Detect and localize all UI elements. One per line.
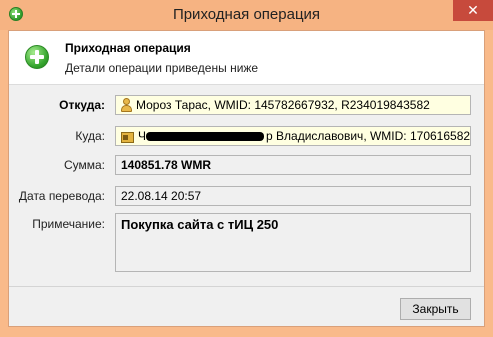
date-field[interactable]: 22.08.14 20:57	[115, 186, 471, 206]
amount-label: Сумма:	[63, 158, 105, 172]
date-label: Дата перевода:	[18, 189, 105, 203]
title-bar[interactable]: Приходная операция ✕	[0, 0, 493, 30]
window-title: Приходная операция	[172, 6, 321, 23]
to-label: Куда:	[75, 129, 105, 143]
from-field[interactable]: Мороз Тарас, WMID: 145782667932, R234019…	[115, 95, 471, 115]
card-icon	[121, 132, 134, 143]
note-field[interactable]: Покупка сайта с тИЦ 250	[115, 213, 471, 272]
dialog-body: Приходная операция Детали операции приве…	[8, 30, 485, 327]
window-close-button[interactable]: ✕	[453, 0, 493, 21]
header-subtitle: Детали операции приведены ниже	[65, 61, 259, 75]
dialog-window: Приходная операция ✕ Приходная операция …	[0, 0, 493, 337]
note-label: Примечание:	[32, 217, 105, 231]
plus-circle-icon	[25, 45, 49, 69]
close-button[interactable]: Закрыть	[400, 298, 471, 320]
person-icon	[121, 98, 132, 112]
from-label: Откуда:	[59, 98, 105, 112]
header-title: Приходная операция	[65, 41, 191, 55]
amount-field[interactable]: 140851.78 WMR	[115, 155, 471, 175]
from-value: Мороз Тарас, WMID: 145782667932, R234019…	[136, 98, 430, 112]
to-prefix: Ч	[138, 129, 146, 143]
to-field[interactable]: Чр Владиславович, WMID: 17061658238...	[115, 126, 471, 146]
redaction-mark	[146, 132, 264, 141]
dialog-header: Приходная операция Детали операции приве…	[9, 31, 484, 85]
divider	[9, 286, 484, 287]
to-value: р Владиславович, WMID: 17061658238...	[266, 129, 471, 143]
